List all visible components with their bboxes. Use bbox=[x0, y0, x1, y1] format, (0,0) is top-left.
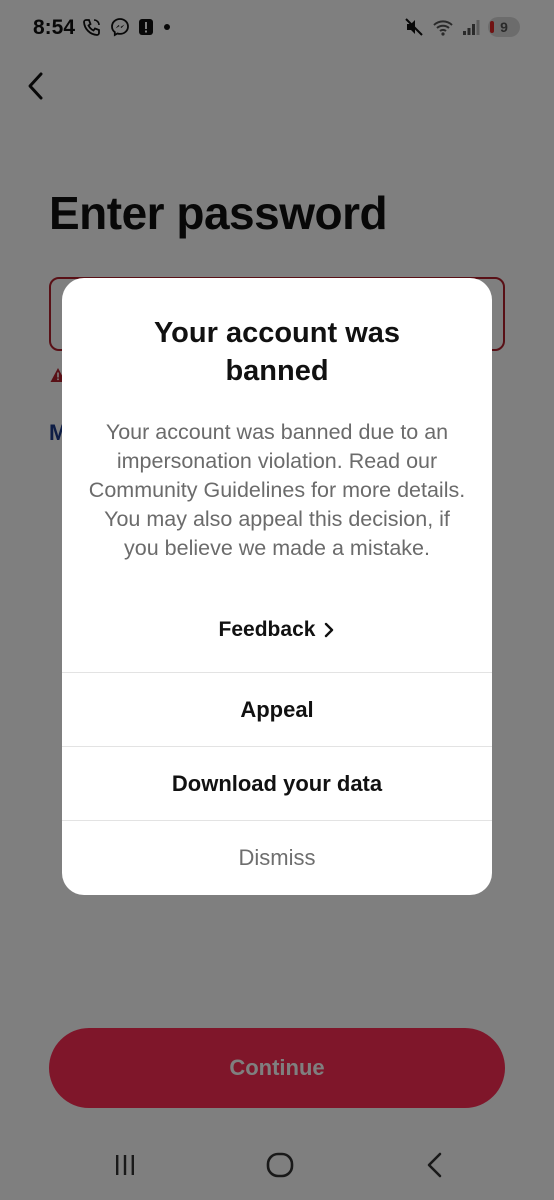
download-data-button[interactable]: Download your data bbox=[62, 746, 492, 820]
dialog-title: Your account was banned bbox=[82, 314, 472, 390]
account-banned-dialog: Your account was banned Your account was… bbox=[62, 278, 492, 895]
dialog-title-line-2: banned bbox=[225, 355, 329, 387]
appeal-button[interactable]: Appeal bbox=[62, 672, 492, 746]
chevron-right-icon bbox=[325, 622, 334, 638]
dismiss-button[interactable]: Dismiss bbox=[62, 820, 492, 894]
feedback-label: Feedback bbox=[218, 618, 316, 641]
feedback-link[interactable]: Feedback bbox=[62, 618, 492, 642]
dialog-title-line-1: Your account was bbox=[153, 317, 401, 349]
dialog-message: Your account was banned due to an impers… bbox=[88, 420, 466, 560]
